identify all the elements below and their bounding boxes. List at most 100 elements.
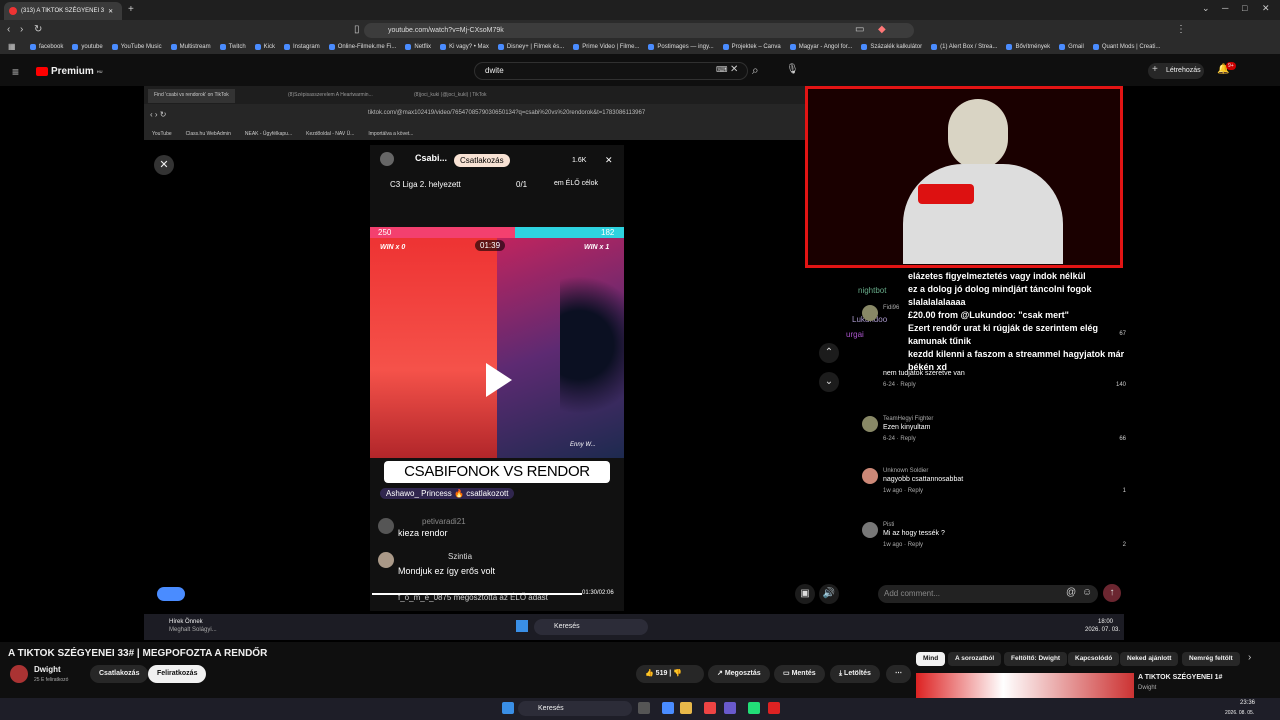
inner-search[interactable]: Keresés — [534, 619, 648, 635]
play-icon[interactable] — [486, 363, 512, 397]
edge-icon[interactable] — [662, 702, 674, 714]
new-tab-icon[interactable]: + — [128, 4, 134, 15]
bookmark-item[interactable]: Postimages — ingy... — [648, 44, 714, 50]
menu-icon[interactable]: ≡ — [12, 65, 19, 79]
share-button[interactable]: ↗ Megosztás — [708, 665, 770, 683]
follow-button[interactable]: Csatlakozás — [454, 154, 510, 167]
spotify-icon[interactable] — [748, 702, 760, 714]
windows-start-icon[interactable] — [516, 620, 528, 632]
bookmark-item[interactable]: Instagram — [284, 44, 320, 50]
video-progress[interactable] — [372, 593, 582, 595]
reply-button[interactable]: Reply — [900, 382, 915, 388]
inner-bookmark-item[interactable]: Kezdőoldal - NAV Ü... — [306, 131, 354, 137]
tiktok-close-icon[interactable]: ✕ — [605, 155, 613, 166]
bookmark-item[interactable]: Kick — [254, 44, 275, 50]
bookmark-item[interactable]: Twitch — [219, 44, 246, 50]
next-video-thumbnail[interactable] — [916, 673, 1134, 698]
bookmark-item[interactable]: Quant Mods | Creati... — [1092, 44, 1160, 50]
toggle-switch[interactable] — [157, 587, 185, 601]
bookmark-item[interactable]: Netflix — [405, 44, 431, 50]
taskbar-search[interactable]: Keresés — [518, 701, 632, 716]
windows-start-icon[interactable] — [502, 702, 514, 714]
task-view-icon[interactable] — [638, 702, 650, 714]
maximize-icon[interactable]: □ — [1242, 3, 1247, 13]
bookmark-item[interactable]: Projektek – Canva — [722, 44, 781, 50]
channel-name[interactable]: Dwight — [34, 665, 61, 674]
apps-grid-icon[interactable]: ▦ — [8, 42, 16, 51]
mic-icon[interactable]: 🎙 — [786, 64, 799, 75]
brave-icon[interactable] — [704, 702, 716, 714]
mention-icon[interactable]: @ — [1066, 587, 1076, 598]
browser-tab[interactable]: (313) A TIKTOK SZÉGYENEI 3 ✕ — [4, 2, 122, 20]
folder-icon[interactable] — [680, 702, 692, 714]
like-count[interactable]: 140 — [1116, 382, 1126, 388]
channel-avatar[interactable] — [10, 665, 28, 683]
tiktok-close-button[interactable]: ✕ — [154, 155, 174, 175]
thumbs-down-icon[interactable]: 👎 — [673, 670, 682, 677]
inner-bookmark-item[interactable]: NEAK - Ügyfélkapu... — [245, 131, 292, 137]
reply-button[interactable]: Reply — [908, 542, 923, 548]
reload-icon[interactable]: ↻ — [34, 24, 42, 35]
inner-bookmark-item[interactable]: Class.hu WebAdmin — [186, 131, 231, 137]
reply-button[interactable]: Reply — [900, 436, 915, 442]
subscribe-button[interactable]: Feliratkozás — [148, 665, 207, 683]
inner-address-bar[interactable]: tiktok.com/@max102419/video/765470857903… — [368, 110, 645, 116]
app-icon[interactable] — [768, 702, 780, 714]
inner-tab-2[interactable]: (8)Szépisasszerelem A Heartwarmin... — [282, 89, 379, 103]
inner-tab-1[interactable]: Find 'csabi vs rendorok' on TikTok — [148, 89, 235, 103]
chip-related[interactable]: Kapcsolódó — [1068, 652, 1120, 666]
search-icon[interactable]: ⌕ — [752, 63, 759, 78]
bookmark-item[interactable]: (1) Alert Box / Strea... — [931, 44, 997, 50]
brave-shield-icon[interactable]: ◆ — [878, 24, 886, 35]
like-count[interactable]: 1 — [1123, 488, 1126, 494]
chip-uploader[interactable]: Feltöltő: Dwight — [1004, 652, 1068, 666]
bookmark-icon[interactable]: ▯ — [354, 24, 360, 35]
bookmark-item[interactable]: YouTube Music — [111, 44, 162, 50]
send-icon[interactable]: ↑ — [1103, 584, 1121, 602]
emoji-icon[interactable]: ☺ — [1082, 587, 1092, 598]
chip-series[interactable]: A sorozatból — [948, 652, 1002, 666]
scroll-up-icon[interactable]: ⌃ — [819, 343, 839, 363]
inner-bookmark-item[interactable]: YouTube — [152, 131, 172, 137]
chevron-right-icon[interactable]: › — [1248, 652, 1251, 663]
bookmark-item[interactable]: Ki vagy? • Max — [440, 44, 489, 50]
youtube-logo[interactable]: Premium HU — [36, 66, 103, 77]
bookmark-item[interactable]: Bővítmények — [1006, 44, 1050, 50]
bookmark-item[interactable]: Multistream — [170, 44, 211, 50]
chip-all[interactable]: Mind — [916, 652, 946, 666]
like-count[interactable]: 66 — [1119, 436, 1126, 442]
tiktok-mute-icon[interactable]: ▣ — [795, 584, 815, 604]
clear-search-icon[interactable]: ✕ — [730, 64, 738, 75]
inner-bookmark-item[interactable]: Importálva a követ... — [368, 131, 413, 137]
back-icon[interactable]: ‹ — [7, 24, 10, 35]
close-window-icon[interactable]: ✕ — [1262, 3, 1270, 14]
join-button[interactable]: Csatlakozás — [90, 665, 149, 683]
bookmark-item[interactable]: youtube — [72, 44, 103, 50]
inner-tab-3[interactable]: (8)joci_kuki (@joci_kuki) | TikTok — [408, 89, 493, 103]
bookmark-item[interactable]: Disney+ | Filmek és... — [497, 44, 564, 50]
news-title[interactable]: Hírek Önnek — [169, 619, 203, 625]
minimize-icon[interactable]: ─ — [1222, 3, 1228, 13]
keyboard-icon[interactable]: ⌨ — [716, 65, 728, 74]
more-actions-icon[interactable]: ⋯ — [886, 665, 911, 683]
bookmark-item[interactable]: Gmail — [1059, 44, 1084, 50]
forward-icon[interactable]: › — [20, 24, 23, 35]
bookmark-item[interactable]: Magyar - Angol for... — [789, 44, 852, 50]
download-button[interactable]: ⤓ Letöltés — [830, 665, 880, 683]
next-video-title[interactable]: A TIKTOK SZÉGYENEI 1# — [1138, 674, 1222, 681]
bookmark-item[interactable]: facebook — [30, 44, 63, 50]
close-tab-icon[interactable]: ✕ — [108, 8, 113, 15]
bookmark-item[interactable]: Prime Video | Filme... — [573, 44, 639, 50]
chip-recent[interactable]: Nemrég feltölt — [1182, 652, 1240, 666]
thumbs-up-icon[interactable]: 👍 — [645, 670, 654, 677]
like-dislike[interactable]: 👍 519 | 👎 — [636, 665, 704, 683]
bookmark-item[interactable]: Százalék kalkulátor — [861, 44, 922, 50]
chip-for-you[interactable]: Neked ajánlott — [1120, 652, 1179, 666]
reply-button[interactable]: Reply — [908, 488, 923, 494]
volume-icon[interactable]: 🔊 — [819, 584, 839, 604]
inner-back-icon[interactable]: ‹ › ↻ — [150, 110, 166, 119]
cast-icon[interactable]: ▭ — [855, 24, 864, 35]
like-count[interactable]: 67 — [1119, 331, 1126, 337]
address-bar[interactable]: youtube.com/watch?v=Mj-CXsoM79k — [364, 23, 914, 38]
bookmark-item[interactable]: Online-Filmek.me Fi... — [328, 44, 396, 50]
